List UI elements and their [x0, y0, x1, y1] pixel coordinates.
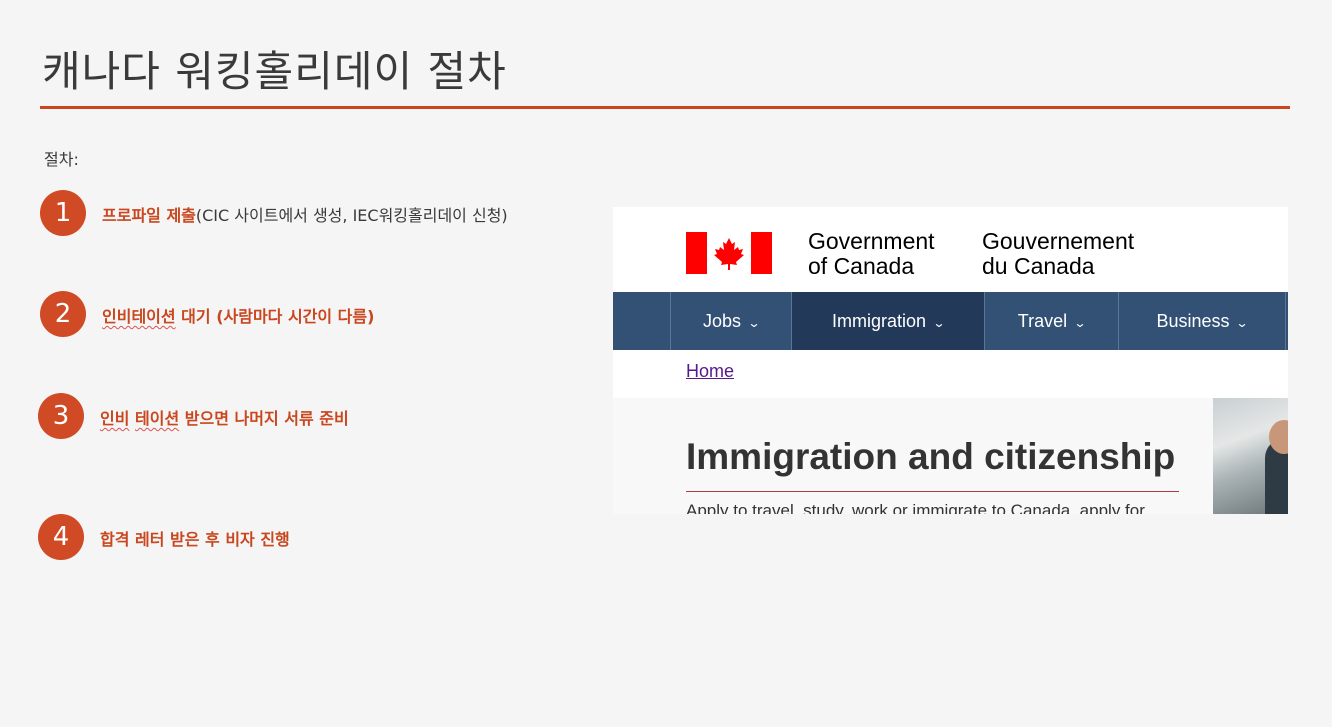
gov-en-line1: Government: [808, 228, 935, 254]
nav-label: Immigration: [831, 311, 926, 331]
breadcrumb-home-link[interactable]: Home: [686, 361, 734, 382]
step-text: 프로파일 제출(CIC 사이트에서 생성, IEC워킹홀리데이 신청): [102, 202, 508, 226]
step-number: 1: [40, 190, 86, 236]
step-3: 3 인비 테이션 받으면 나머지 서류 준비: [38, 393, 598, 439]
hero-image: [1213, 398, 1288, 514]
gov-name-french[interactable]: Gouvernement du Canada: [982, 229, 1134, 279]
nav-jobs[interactable]: Jobs ⌄: [670, 292, 791, 350]
nav-label: Business: [1156, 311, 1230, 331]
gov-en-line2: of Canada: [808, 253, 915, 279]
hero-description: Apply to travel, study, work or immigrat…: [686, 501, 1145, 514]
canada-flag-icon: [686, 232, 772, 274]
step-highlight-rest: 대기 (사람마다 시간이 다름): [175, 307, 375, 326]
hero-section: Immigration and citizenship Apply to tra…: [613, 398, 1213, 514]
gov-fr-line1: Gouvernement: [982, 228, 1135, 254]
step-highlight: 프로파일 제출: [102, 206, 196, 225]
slide-title: 캐나다 워킹홀리데이 절차: [42, 47, 507, 96]
step-highlight-rest: 받으면 나머지 서류 준비: [179, 409, 349, 428]
step-4: 4 합격 레터 받은 후 비자 진행: [38, 514, 598, 560]
step-number: 4: [38, 514, 84, 560]
heading-underline: [686, 491, 1179, 492]
step-highlight: 합격 레터 받은 후 비자 진행: [100, 530, 290, 549]
step-highlight: 인비: [100, 409, 130, 428]
gov-name-english[interactable]: Government of Canada: [808, 229, 935, 279]
chevron-down-icon: ⌄: [932, 316, 946, 330]
step-highlight: 인비테이션: [102, 307, 176, 326]
gov-fr-line2: du Canada: [982, 253, 1095, 279]
step-1: 1 프로파일 제출(CIC 사이트에서 생성, IEC워킹홀리데이 신청): [40, 190, 600, 236]
nav-travel[interactable]: Travel ⌄: [984, 292, 1118, 350]
chevron-down-icon: ⌄: [1235, 316, 1250, 330]
step-text: 합격 레터 받은 후 비자 진행: [100, 526, 290, 550]
nav-label: Travel: [1017, 311, 1068, 331]
step-highlight-2: 테이션: [135, 409, 180, 428]
title-divider: [40, 106, 1290, 109]
nav-label: Jobs: [702, 311, 741, 331]
chevron-down-icon: ⌄: [747, 316, 761, 330]
step-number: 3: [38, 393, 84, 439]
step-2: 2 인비테이션 대기 (사람마다 시간이 다름): [40, 291, 600, 337]
nav-immigration[interactable]: Immigration ⌄: [791, 292, 984, 350]
intro-label: 절차:: [44, 150, 79, 169]
site-header: Government of Canada Gouvernement du Can…: [613, 207, 1288, 292]
nav-business[interactable]: Business ⌄: [1118, 292, 1286, 350]
step-number: 2: [40, 291, 86, 337]
page-heading: Immigration and citizenship: [686, 436, 1176, 477]
website-screenshot: Government of Canada Gouvernement du Can…: [613, 207, 1288, 514]
step-detail: (CIC 사이트에서 생성, IEC워킹홀리데이 신청): [195, 206, 508, 225]
step-text: 인비 테이션 받으면 나머지 서류 준비: [100, 405, 349, 429]
site-nav: Jobs ⌄ Immigration ⌄ Travel ⌄ Business ⌄: [613, 292, 1288, 350]
chevron-down-icon: ⌄: [1073, 316, 1087, 330]
step-text: 인비테이션 대기 (사람마다 시간이 다름): [102, 303, 374, 327]
